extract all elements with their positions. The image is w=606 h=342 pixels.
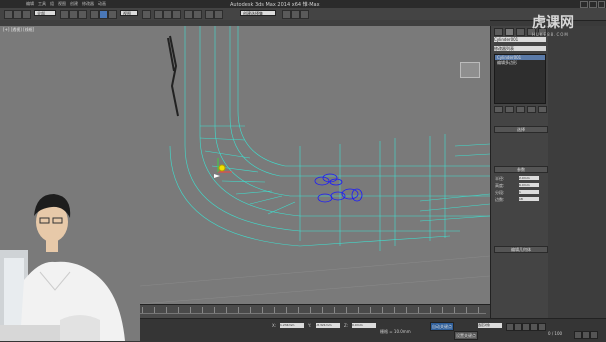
maximize-button[interactable] — [589, 1, 597, 8]
param-value[interactable]: 6.0mm — [519, 183, 539, 187]
viewcube[interactable] — [460, 62, 480, 78]
auto-key-button[interactable]: 自动关键点 — [430, 322, 454, 331]
named-selection-sets-field[interactable]: 创建选择集 — [240, 10, 276, 16]
menu-item-edit[interactable]: 编辑 — [26, 1, 34, 7]
pin-stack-icon[interactable] — [494, 106, 503, 113]
grid-size-label: 栅格 = 10.0mm — [380, 329, 411, 334]
angle-snap-icon[interactable] — [163, 10, 172, 19]
select-by-name-icon[interactable] — [69, 10, 78, 19]
next-frame-icon[interactable] — [530, 323, 538, 331]
menu-item-views[interactable]: 视图 — [58, 1, 66, 7]
create-tab[interactable] — [494, 28, 503, 36]
presenter-video-overlay — [0, 180, 140, 341]
x-coord-label: X: — [272, 323, 277, 328]
orbit-icon[interactable] — [590, 331, 598, 339]
go-to-start-icon[interactable] — [506, 323, 514, 331]
wireframe-track — [169, 26, 490, 251]
param-value[interactable]: 18 — [519, 197, 539, 201]
param-label: 边数: — [495, 197, 505, 202]
play-icon[interactable] — [522, 323, 530, 331]
selected-filter-field[interactable]: 选定对象 — [478, 323, 502, 328]
move-icon[interactable] — [90, 10, 99, 19]
watermark-logo: 虎课网 HUKE88.COM — [532, 12, 574, 37]
title-bar: 编辑 工具 组 视图 创建 修改器 动画 Autodesk 3ds Max 20… — [0, 0, 606, 8]
menu-bar: 编辑 工具 组 视图 创建 修改器 动画 — [26, 1, 106, 7]
param-value[interactable]: 2.0mm — [519, 176, 539, 180]
align-icon[interactable] — [193, 10, 202, 19]
rotate-icon[interactable] — [99, 10, 108, 19]
hierarchy-tab[interactable] — [516, 28, 525, 36]
prev-frame-icon[interactable] — [514, 323, 522, 331]
z-coord-label: Z: — [344, 323, 349, 328]
make-unique-icon[interactable] — [516, 106, 525, 113]
y-coord-field[interactable]: -8.321mm — [316, 323, 340, 328]
param-value[interactable]: 1 — [519, 190, 539, 194]
object-name-field[interactable]: Cylinder001 — [494, 37, 546, 42]
param-label: 高度: — [495, 183, 505, 188]
snap-toggle-icon[interactable] — [154, 10, 163, 19]
configure-sets-icon[interactable] — [538, 106, 547, 113]
selected-cylinders — [314, 173, 363, 203]
scale-icon[interactable] — [108, 10, 117, 19]
param-label: 半径: — [495, 176, 505, 181]
modifier-stack: Cylinder001 编辑多边形 — [494, 54, 546, 104]
rollout-parameters[interactable]: 参数 — [494, 166, 548, 173]
watermark-main: 虎课网 — [532, 15, 574, 31]
watermark-sub: HUKE88.COM — [532, 32, 569, 37]
menu-item-animation[interactable]: 动画 — [98, 1, 106, 7]
timeline-ticks — [130, 307, 486, 314]
curve-editor-icon[interactable] — [214, 10, 223, 19]
z-coord-field[interactable]: 0.0mm — [352, 323, 376, 328]
right-side-area — [548, 26, 606, 318]
hanging-object — [167, 35, 179, 117]
redo-icon[interactable] — [13, 10, 22, 19]
x-coord-field[interactable]: 1.234mm — [280, 323, 304, 328]
menu-item-modifiers[interactable]: 修改器 — [82, 1, 94, 7]
show-end-result-icon[interactable] — [505, 106, 514, 113]
minimize-button[interactable] — [580, 1, 588, 8]
stack-buttons — [494, 106, 547, 113]
zoom-icon[interactable] — [574, 331, 582, 339]
pan-icon[interactable] — [582, 331, 590, 339]
stack-item[interactable]: 编辑多边形 — [495, 60, 545, 65]
modify-tab[interactable] — [505, 28, 514, 36]
window-title: Autodesk 3ds Max 2014 x64 雉·Max — [230, 2, 320, 8]
reference-coordinate-dropdown[interactable]: 视图 — [120, 10, 138, 16]
rollout-selection[interactable]: 选择 — [494, 126, 548, 133]
mirror-icon[interactable] — [184, 10, 193, 19]
link-icon[interactable] — [22, 10, 31, 19]
set-key-button[interactable]: 设置关键点 — [454, 331, 478, 340]
command-panel: Cylinder001 修改器列表 Cylinder001 编辑多边形 选择 参… — [490, 26, 558, 318]
render-setup-icon[interactable] — [291, 10, 300, 19]
percent-snap-icon[interactable] — [172, 10, 181, 19]
go-to-end-icon[interactable] — [538, 323, 546, 331]
pivot-center-icon[interactable] — [142, 10, 151, 19]
select-object-icon[interactable] — [60, 10, 69, 19]
y-coord-label: Y: — [308, 323, 312, 328]
undo-icon[interactable] — [4, 10, 13, 19]
remove-modifier-icon[interactable] — [527, 106, 536, 113]
selection-filter-dropdown[interactable]: 全部 — [34, 10, 56, 16]
close-button[interactable] — [598, 1, 605, 8]
rollout-edit-geometry[interactable]: 编辑几何体 — [494, 246, 548, 253]
param-label: 分段: — [495, 190, 505, 195]
modifier-list-dropdown[interactable]: 修改器列表 — [494, 46, 546, 51]
menu-item-create[interactable]: 创建 — [70, 1, 78, 7]
material-editor-icon[interactable] — [282, 10, 291, 19]
frame-counter: 0 / 100 — [548, 331, 563, 336]
menu-item-group[interactable]: 组 — [50, 1, 54, 7]
rect-selection-icon[interactable] — [78, 10, 87, 19]
render-icon[interactable] — [300, 10, 309, 19]
layer-manager-icon[interactable] — [205, 10, 214, 19]
menu-item-tools[interactable]: 工具 — [38, 1, 46, 7]
